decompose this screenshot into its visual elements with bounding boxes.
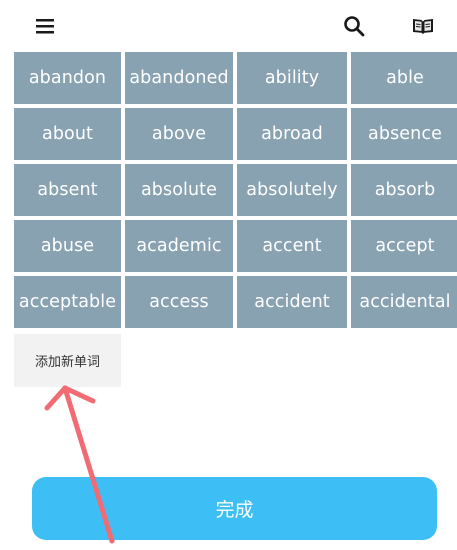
add-new-word-button[interactable]: 添加新单词 bbox=[14, 334, 121, 387]
word-cell[interactable]: access bbox=[125, 276, 233, 328]
search-icon[interactable] bbox=[342, 14, 366, 38]
word-cell[interactable]: accidental bbox=[351, 276, 457, 328]
word-cell[interactable]: absence bbox=[351, 108, 457, 160]
word-cell[interactable]: above bbox=[125, 108, 233, 160]
book-icon[interactable] bbox=[411, 14, 435, 38]
word-cell[interactable]: academic bbox=[125, 220, 233, 272]
top-bar bbox=[0, 0, 457, 52]
menu-icon[interactable] bbox=[33, 14, 57, 38]
word-cell[interactable]: abuse bbox=[14, 220, 121, 272]
word-cell[interactable]: acceptable bbox=[14, 276, 121, 328]
word-cell[interactable]: abroad bbox=[237, 108, 347, 160]
word-cell[interactable]: abandoned bbox=[125, 52, 233, 104]
word-cell[interactable]: about bbox=[14, 108, 121, 160]
word-cell[interactable]: abandon bbox=[14, 52, 121, 104]
word-cell[interactable]: absolutely bbox=[237, 164, 347, 216]
word-cell[interactable]: accent bbox=[237, 220, 347, 272]
word-cell[interactable]: able bbox=[351, 52, 457, 104]
word-cell[interactable]: absorb bbox=[351, 164, 457, 216]
word-cell[interactable]: absent bbox=[14, 164, 121, 216]
word-cell[interactable]: accept bbox=[351, 220, 457, 272]
word-cell[interactable]: accident bbox=[237, 276, 347, 328]
word-grid: abandon abandoned ability able about abo… bbox=[14, 52, 457, 328]
done-button[interactable]: 完成 bbox=[32, 477, 437, 540]
word-cell[interactable]: ability bbox=[237, 52, 347, 104]
word-cell[interactable]: absolute bbox=[125, 164, 233, 216]
